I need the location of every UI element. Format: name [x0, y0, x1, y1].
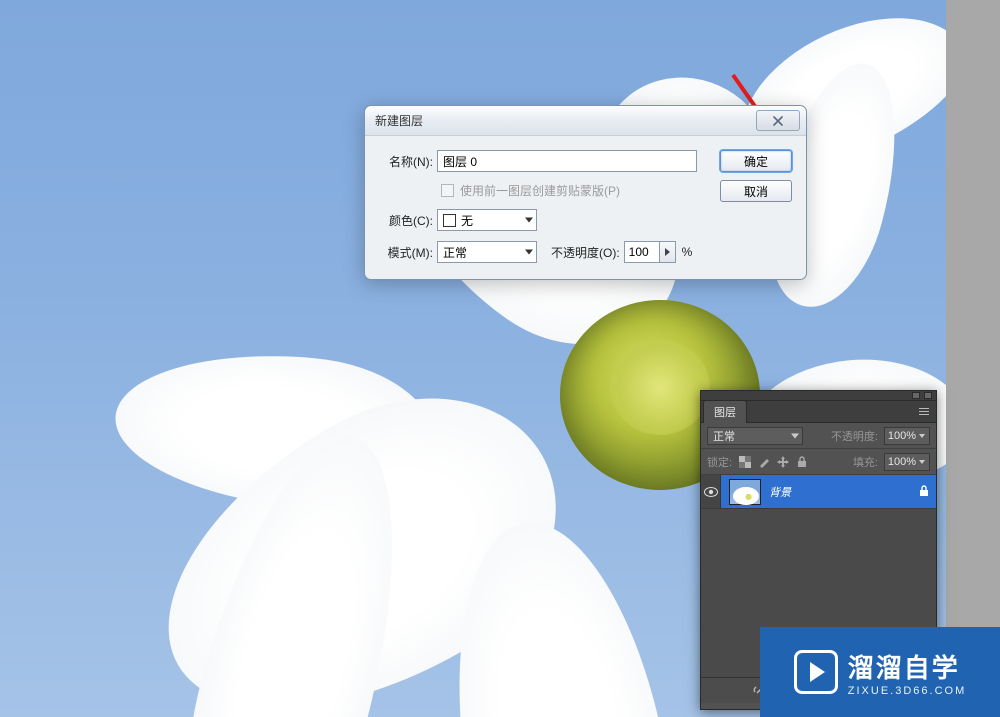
watermark-badge: 溜溜自学 ZIXUE.3D66.COM — [760, 627, 1000, 717]
blend-mode-select[interactable]: 正常 — [707, 427, 803, 445]
name-label: 名称(N): — [379, 153, 437, 170]
watermark-title: 溜溜自学 — [848, 648, 966, 685]
panel-tabs: 图层 — [701, 401, 936, 423]
opacity-input[interactable] — [624, 241, 660, 263]
dialog-title: 新建图层 — [375, 112, 756, 129]
mode-select[interactable]: 正常 — [437, 241, 537, 263]
color-label: 颜色(C): — [379, 212, 437, 229]
tab-layers[interactable]: 图层 — [703, 400, 747, 423]
color-value: 无 — [461, 212, 473, 229]
menu-icon — [919, 411, 929, 412]
dialog-body: 确定 取消 名称(N): 使用前一图层创建剪贴蒙版(P) 颜色(C): 无 模式… — [365, 136, 806, 279]
panel-close-icon[interactable] — [924, 392, 932, 399]
lock-icon — [918, 484, 930, 500]
opacity-label: 不透明度(O): — [551, 244, 620, 261]
chevron-down-icon — [919, 434, 925, 438]
eye-icon — [704, 487, 718, 497]
panel-collapse-icon[interactable] — [912, 392, 920, 399]
name-input[interactable] — [437, 150, 697, 172]
dialog-titlebar[interactable]: 新建图层 — [365, 106, 806, 136]
fill-label: 填充: — [853, 454, 878, 470]
close-icon — [772, 116, 784, 126]
layer-opacity-input[interactable]: 100% — [884, 427, 930, 445]
triangle-right-icon — [665, 248, 670, 256]
opacity-flyout-button[interactable] — [660, 241, 676, 263]
mode-label: 模式(M): — [379, 244, 437, 261]
layer-name[interactable]: 背景 — [769, 484, 910, 500]
mode-value: 正常 — [443, 244, 467, 261]
layer-thumbnail[interactable] — [729, 479, 761, 505]
layer-row[interactable]: 背景 — [701, 475, 936, 509]
layer-fill-input[interactable]: 100% — [884, 453, 930, 471]
chevron-down-icon — [919, 460, 925, 464]
visibility-toggle[interactable] — [701, 475, 721, 508]
opacity-label: 不透明度: — [831, 428, 878, 444]
lock-position-icon[interactable] — [776, 455, 790, 469]
panel-menu-button[interactable] — [916, 404, 932, 418]
clip-mask-label: 使用前一图层创建剪贴蒙版(P) — [460, 182, 620, 199]
blend-mode-value: 正常 — [713, 428, 735, 444]
ok-button[interactable]: 确定 — [720, 150, 792, 172]
chevron-down-icon — [791, 433, 799, 438]
dialog-close-button[interactable] — [756, 110, 800, 131]
new-layer-dialog: 新建图层 确定 取消 名称(N): 使用前一图层创建剪贴蒙版(P) 颜色(C):… — [364, 105, 807, 280]
workspace-edge — [946, 0, 1000, 717]
play-icon — [794, 650, 838, 694]
clip-mask-checkbox — [441, 184, 454, 197]
chevron-down-icon — [525, 250, 533, 255]
lock-controls — [738, 455, 809, 469]
lock-pixels-icon[interactable] — [757, 455, 771, 469]
watermark-url: ZIXUE.3D66.COM — [848, 685, 966, 697]
color-swatch-icon — [443, 214, 456, 227]
lock-all-icon[interactable] — [795, 455, 809, 469]
percent-sign: % — [682, 245, 693, 259]
lock-transparency-icon[interactable] — [738, 455, 752, 469]
lock-label: 锁定: — [707, 454, 732, 470]
cancel-button[interactable]: 取消 — [720, 180, 792, 202]
chevron-down-icon — [525, 218, 533, 223]
color-select[interactable]: 无 — [437, 209, 537, 231]
